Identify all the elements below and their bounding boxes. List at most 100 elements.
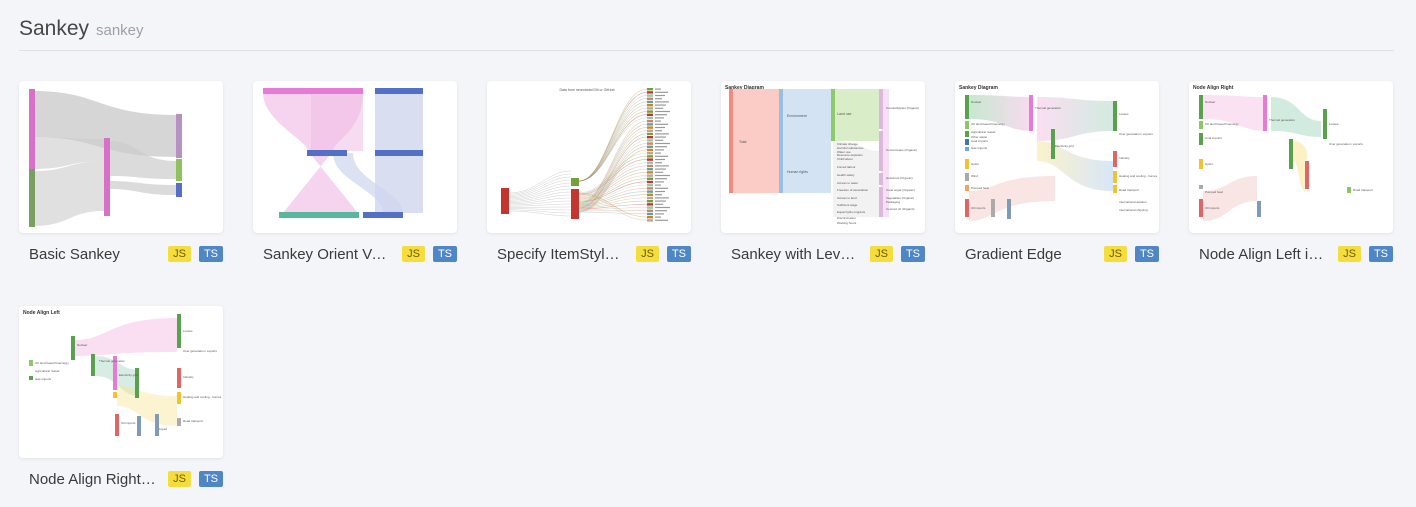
target-node xyxy=(647,187,653,190)
card-title[interactable]: Specify ItemStyle ... xyxy=(497,246,625,263)
card-title[interactable]: Sankey with Level... xyxy=(731,246,859,263)
svg-text:Cocoa beans (Organic): Cocoa beans (Organic) xyxy=(886,148,917,152)
card-title[interactable]: Gradient Edge xyxy=(965,246,1093,263)
ts-badge[interactable]: TS xyxy=(1368,246,1393,262)
thumbnail-basic-sankey[interactable] xyxy=(19,81,223,233)
svg-text:Thermal generation: Thermal generation xyxy=(99,359,125,363)
ts-badge[interactable]: TS xyxy=(666,246,691,262)
js-badge[interactable]: JS xyxy=(1338,246,1361,262)
js-badge[interactable]: JS xyxy=(168,471,191,487)
orient-vertical-preview xyxy=(263,88,423,218)
target-node-label xyxy=(655,168,666,170)
thumbnail-node-align-left[interactable]: Node Align Right Nuclear UK land based b… xyxy=(1189,81,1393,233)
target-node-label xyxy=(655,139,663,141)
js-badge[interactable]: JS xyxy=(168,246,191,262)
ts-badge[interactable]: TS xyxy=(900,246,925,262)
target-node xyxy=(647,177,653,180)
target-node-label xyxy=(655,146,667,148)
target-node xyxy=(647,168,653,171)
target-node xyxy=(647,123,653,126)
svg-text:Coconut oil (Organic): Coconut oil (Organic) xyxy=(886,207,914,211)
target-node-label xyxy=(655,133,669,135)
target-node-label xyxy=(655,94,665,97)
page-title: Sankey xyxy=(19,17,90,40)
js-badge[interactable]: JS xyxy=(1104,246,1127,262)
card-title[interactable]: Node Align Right i... xyxy=(29,471,157,488)
flow-link xyxy=(508,179,572,197)
svg-text:Land use: Land use xyxy=(837,112,851,116)
js-badge[interactable]: JS xyxy=(870,246,893,262)
svg-text:Environment: Environment xyxy=(787,114,807,118)
svg-text:Cane sugar (Organic): Cane sugar (Organic) xyxy=(886,188,915,192)
target-node-label xyxy=(655,203,663,205)
target-node xyxy=(647,136,653,139)
target-node xyxy=(647,129,653,132)
target-node xyxy=(647,126,653,129)
target-node xyxy=(647,139,653,142)
svg-text:UK land based bioenergy: UK land based bioenergy xyxy=(971,122,1005,126)
thumbnail-gradient-edge[interactable]: Sankey Diagram Nuclear UK land based bio… xyxy=(955,81,1159,233)
target-node-label xyxy=(655,162,662,164)
ts-badge[interactable]: TS xyxy=(198,246,223,262)
svg-text:Hydro: Hydro xyxy=(971,162,979,166)
js-badge[interactable]: JS xyxy=(402,246,425,262)
itemstyle-preview: Data from neurotonic/GitI or GitHub xyxy=(501,88,670,222)
svg-text:Discrimination: Discrimination xyxy=(837,216,856,220)
svg-text:Losses: Losses xyxy=(183,329,193,333)
target-node-label xyxy=(655,213,664,215)
target-node xyxy=(647,155,653,158)
example-card-sankey-orient-vertical[interactable]: Sankey Orient Ve... JS TS xyxy=(253,81,457,266)
svg-text:Coal imports: Coal imports xyxy=(971,139,988,143)
target-node-label xyxy=(655,88,661,90)
target-node-label xyxy=(655,110,670,113)
target-node xyxy=(647,161,653,164)
target-node-label xyxy=(655,178,667,180)
target-node xyxy=(647,94,653,97)
target-node xyxy=(647,142,653,145)
example-card-specify-itemstyle[interactable]: Data from neurotonic/GitI or GitHub Spec… xyxy=(487,81,691,266)
thumbnail-node-align-right[interactable]: Node Align Left UK land based bioenergy … xyxy=(19,306,223,458)
svg-text:Access to water: Access to water xyxy=(837,181,858,185)
svg-text:Hazelnuts (Organic): Hazelnuts (Organic) xyxy=(886,176,913,180)
target-node-label xyxy=(655,142,670,145)
svg-text:Road transport: Road transport xyxy=(1119,188,1139,192)
card-title[interactable]: Node Align Left in... xyxy=(1199,246,1327,263)
align-left-chart-title: Node Align Left xyxy=(23,310,60,316)
target-node xyxy=(647,196,653,200)
flow-link xyxy=(508,203,572,207)
thumbnail-specify-itemstyle[interactable]: Data from neurotonic/GitI or GitHub xyxy=(487,81,691,233)
ts-badge[interactable]: TS xyxy=(1134,246,1159,262)
svg-text:UK land based bioenergy: UK land based bioenergy xyxy=(35,361,69,365)
card-title[interactable]: Sankey Orient Ve... xyxy=(263,246,391,263)
target-node xyxy=(647,148,653,152)
levels-preview: Sankey Diagram Total Environment Human r… xyxy=(725,85,919,225)
ts-badge[interactable]: TS xyxy=(432,246,457,262)
basic-sankey-preview xyxy=(29,89,182,227)
target-node-label xyxy=(655,187,668,189)
flow-link xyxy=(508,200,572,206)
target-node xyxy=(647,145,653,148)
target-node-label xyxy=(655,158,665,161)
thumbnail-sankey-with-levels[interactable]: Sankey Diagram Total Environment Human r… xyxy=(721,81,925,233)
target-node xyxy=(647,190,653,193)
ts-badge[interactable]: TS xyxy=(198,471,223,487)
svg-text:Coal imports: Coal imports xyxy=(1205,136,1222,140)
card-title[interactable]: Basic Sankey xyxy=(29,246,157,263)
example-card-basic-sankey[interactable]: Basic Sankey JS TS xyxy=(19,81,223,266)
svg-text:International aviation: International aviation xyxy=(1119,200,1147,204)
example-card-node-align-right[interactable]: Node Align Left UK land based bioenergy … xyxy=(19,306,223,491)
target-node-label xyxy=(655,114,667,116)
target-node xyxy=(647,171,653,174)
example-card-node-align-left[interactable]: Node Align Right Nuclear UK land based b… xyxy=(1189,81,1393,266)
page-subtitle: sankey xyxy=(96,22,144,39)
example-card-gradient-edge[interactable]: Sankey Diagram Nuclear UK land based bio… xyxy=(955,81,1159,266)
svg-text:Forced labour: Forced labour xyxy=(837,165,856,169)
js-badge[interactable]: JS xyxy=(636,246,659,262)
target-node xyxy=(647,184,653,187)
target-node xyxy=(647,120,653,123)
target-node xyxy=(647,100,653,104)
target-node xyxy=(647,212,653,216)
target-node xyxy=(647,180,653,184)
example-card-sankey-with-levels[interactable]: Sankey Diagram Total Environment Human r… xyxy=(721,81,925,266)
thumbnail-sankey-orient-vertical[interactable] xyxy=(253,81,457,233)
